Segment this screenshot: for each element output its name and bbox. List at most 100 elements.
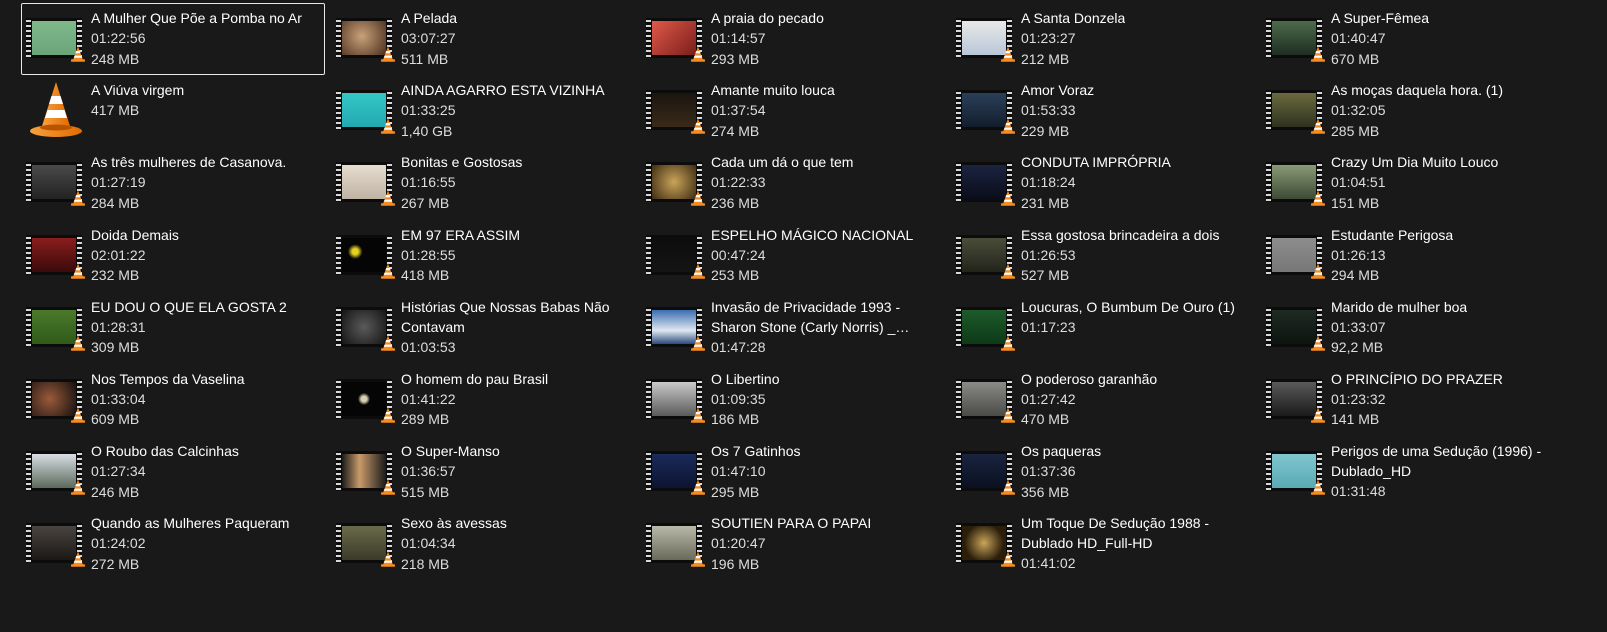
file-item[interactable]: ESPELHO MÁGICO NACIONAL 00:47:24 253 MB [641,220,945,292]
file-item[interactable]: CONDUTA IMPRÓPRIA 01:18:24 231 MB [951,147,1255,219]
file-info: A praia do pecado 01:14:57 293 MB [711,6,824,69]
file-name: Um Toque De Sedução 1988 - Dublado HD_Fu… [1021,515,1210,552]
file-item[interactable]: Doida Demais 02:01:22 232 MB [21,220,325,292]
vlc-cone-icon [1310,407,1326,423]
file-duration: 01:04:51 [1331,174,1386,191]
vlc-cone-icon [690,551,706,568]
vlc-cone-icon [690,335,706,351]
file-item[interactable]: Marido de mulher boa 01:33:07 92,2 MB [1261,292,1565,364]
file-item[interactable]: Loucuras, O Bumbum De Ouro (1) 01:17:23 [951,292,1255,364]
file-duration: 00:47:24 [711,246,766,263]
file-size: 186 MB [711,411,760,428]
vlc-cone-icon [690,479,706,495]
file-size: 272 MB [91,555,140,572]
file-duration: 01:20:47 [711,535,766,552]
file-size: 285 MB [1331,122,1380,139]
file-info: Bonitas e Gostosas 01:16:55 267 MB [401,150,522,213]
file-item[interactable]: Quando as Mulheres Paqueram 01:24:02 272 M… [21,508,325,580]
video-thumbnail [26,377,86,425]
file-item[interactable]: Bonitas e Gostosas 01:16:55 267 MB [331,147,635,219]
file-duration: 01:27:19 [91,174,146,191]
file-info: Loucuras, O Bumbum De Ouro (1) 01:17:23 [1021,295,1235,338]
file-name: Os 7 Gatinhos [711,443,801,460]
video-thumbnail [956,305,1016,353]
file-item[interactable]: A Santa Donzela 01:23:27 212 MB [951,3,1255,75]
file-size: 274 MB [711,122,760,139]
vlc-cone-icon [1310,190,1326,207]
file-item[interactable]: Cada um dá o que tem 01:22:33 236 MB [641,147,945,219]
file-duration: 01:41:02 [1021,555,1076,572]
file-item[interactable]: A Pelada 03:07:27 511 MB [331,3,635,75]
vlc-cone-icon [1310,335,1326,351]
file-info: O homem do pau Brasil 01:41:22 289 MB [401,367,548,430]
file-item[interactable]: As três mulheres de Casanova. 01:27:19 284… [21,147,325,219]
video-thumbnail [336,305,396,353]
file-duration: 01:33:04 [91,390,146,407]
file-info: CONDUTA IMPRÓPRIA 01:18:24 231 MB [1021,150,1171,213]
file-item[interactable]: EU DOU O QUE ELA GOSTA 2 01:28:31 309 MB [21,292,325,364]
file-item[interactable]: Perigos de uma Sedução (1996) - Dublado_… [1261,436,1565,508]
file-info: Doida Demais 02:01:22 232 MB [91,223,179,286]
file-item[interactable]: A Super-Fêmea 01:40:47 670 MB [1261,3,1565,75]
file-size: 267 MB [401,194,450,211]
file-size: 218 MB [401,555,450,572]
file-item[interactable]: Amor Voraz 01:53:33 229 MB [951,75,1255,147]
file-name: As moças daquela hora. (1) [1331,82,1503,99]
file-name: ESPELHO MÁGICO NACIONAL [711,226,914,243]
file-item[interactable]: Crazy Um Dia Muito Louco 01:04:51 151 MB [1261,147,1565,219]
file-duration: 01:14:57 [711,30,766,46]
file-size: 418 MB [401,267,450,284]
file-name: O poderoso garanhão [1021,370,1158,387]
file-size: 670 MB [1331,50,1380,67]
file-item[interactable]: A Viúva virgem 417 MB [21,75,325,147]
file-item[interactable]: Histórias Que Nossas Babas Não Contavam 0… [331,292,635,364]
file-item[interactable]: SOUTIEN PARA O PAPAI 01:20:47 196 MB [641,508,945,580]
file-item[interactable]: AINDA AGARRO ESTA VIZINHA 01:33:25 1,40 GB [331,75,635,147]
file-item[interactable]: Invasão de Privacidade 1993 - Sharon Sto… [641,292,945,364]
file-name: Perigos de uma Sedução (1996) - Dublado_… [1331,443,1542,480]
file-info: ESPELHO MÁGICO NACIONAL 00:47:24 253 MB [711,223,913,286]
vlc-cone-icon [380,335,396,351]
file-item[interactable]: A Mulher Que Põe a Pomba no Ar 01:22:56 24… [21,3,325,76]
file-item[interactable]: Os 7 Gatinhos 01:47:10 295 MB [641,436,945,508]
file-info: O Super-Manso 01:36:57 515 MB [401,439,500,502]
file-size: 309 MB [91,339,140,356]
file-duration: 01:33:25 [401,102,456,119]
file-size: 151 MB [1331,194,1380,211]
file-item[interactable]: O Super-Manso 01:36:57 515 MB [331,436,635,508]
file-item[interactable]: Os paqueras 01:37:36 356 MB [951,436,1255,508]
vlc-cone-icon [380,551,396,568]
file-duration: 01:32:05 [1331,102,1386,119]
file-duration: 01:18:24 [1021,174,1076,191]
file-info: Os paqueras 01:37:36 356 MB [1021,439,1101,502]
vlc-cone-icon [380,479,396,495]
file-size: 141 MB [1331,411,1380,428]
video-thumbnail [1266,449,1326,497]
file-item[interactable]: Estudante Perigosa 01:26:13 294 MB [1261,220,1565,292]
file-item[interactable]: Essa gostosa brincadeira a dois 01:26:53 5… [951,220,1255,292]
vlc-cone-icon [690,407,706,423]
file-item[interactable]: EM 97 ERA ASSIM 01:28:55 418 MB [331,220,635,292]
file-item[interactable]: A praia do pecado 01:14:57 293 MB [641,3,945,75]
file-item[interactable]: O homem do pau Brasil 01:41:22 289 MB [331,364,635,436]
file-duration: 01:22:56 [91,30,146,46]
file-item[interactable]: Sexo às avessas 01:04:34 218 MB [331,508,635,580]
file-item[interactable]: Amante muito louca 01:37:54 274 MB [641,75,945,147]
file-info: Nos Tempos da Vaselina 01:33:04 609 MB [91,367,245,430]
file-info: Estudante Perigosa 01:26:13 294 MB [1331,223,1453,286]
file-info: O Roubo das Calcinhas 01:27:34 246 MB [91,439,239,502]
file-info: SOUTIEN PARA O PAPAI 01:20:47 196 MB [711,511,871,574]
file-name: Estudante Perigosa [1331,226,1454,243]
file-item[interactable]: O poderoso garanhão 01:27:42 470 MB [951,364,1255,436]
file-name: AINDA AGARRO ESTA VIZINHA [401,82,605,99]
file-item[interactable]: As moças daquela hora. (1) 01:32:05 285 MB [1261,75,1565,147]
file-item[interactable]: Nos Tempos da Vaselina 01:33:04 609 MB [21,364,325,436]
file-item[interactable]: O PRINCÍPIO DO PRAZER 01:23:32 141 MB [1261,364,1565,436]
video-thumbnail [336,521,396,569]
file-item[interactable]: O Libertino 01:09:35 186 MB [641,364,945,436]
file-duration: 01:23:32 [1331,390,1386,407]
file-duration: 01:26:53 [1021,246,1076,263]
file-name: CONDUTA IMPRÓPRIA [1021,154,1171,171]
file-item[interactable]: Um Toque De Sedução 1988 - Dublado HD_Fu… [951,508,1255,580]
file-item[interactable]: O Roubo das Calcinhas 01:27:34 246 MB [21,436,325,508]
